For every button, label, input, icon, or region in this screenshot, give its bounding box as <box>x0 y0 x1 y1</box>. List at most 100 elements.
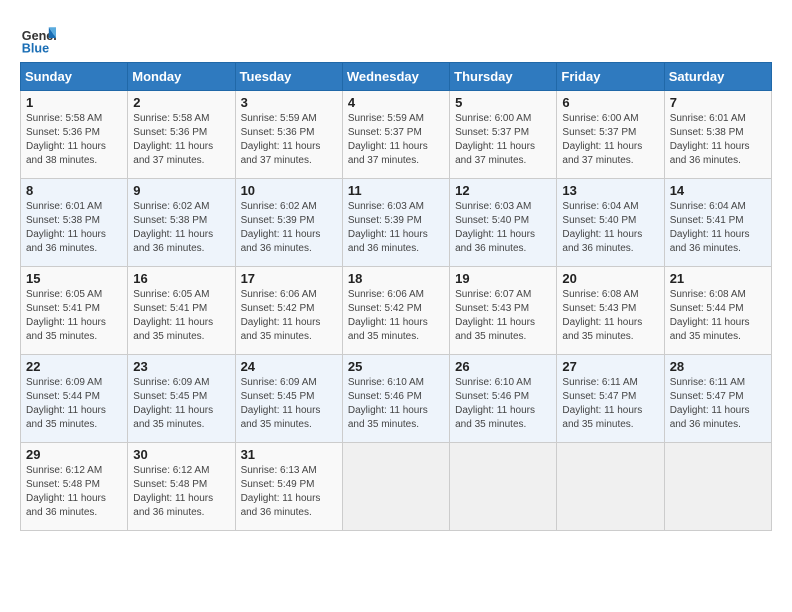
day-header-friday: Friday <box>557 63 664 91</box>
day-info: Sunrise: 6:03 AM Sunset: 5:40 PM Dayligh… <box>455 200 551 256</box>
calendar-cell: 17 Sunrise: 6:06 AM Sunset: 5:42 PM Dayli… <box>235 267 342 355</box>
calendar-cell: 7 Sunrise: 6:01 AM Sunset: 5:38 PM Daylig… <box>664 91 771 179</box>
day-info: Sunrise: 6:00 AM Sunset: 5:37 PM Dayligh… <box>455 112 551 168</box>
day-number: 30 <box>133 447 229 462</box>
day-info: Sunrise: 6:10 AM Sunset: 5:46 PM Dayligh… <box>348 376 444 432</box>
day-number: 12 <box>455 183 551 198</box>
day-info: Sunrise: 6:04 AM Sunset: 5:40 PM Dayligh… <box>562 200 658 256</box>
day-info: Sunrise: 6:06 AM Sunset: 5:42 PM Dayligh… <box>241 288 337 344</box>
day-number: 2 <box>133 95 229 110</box>
day-number: 17 <box>241 271 337 286</box>
day-header-saturday: Saturday <box>664 63 771 91</box>
calendar-cell: 1 Sunrise: 5:58 AM Sunset: 5:36 PM Daylig… <box>21 91 128 179</box>
day-number: 31 <box>241 447 337 462</box>
day-number: 4 <box>348 95 444 110</box>
day-info: Sunrise: 6:06 AM Sunset: 5:42 PM Dayligh… <box>348 288 444 344</box>
day-info: Sunrise: 6:01 AM Sunset: 5:38 PM Dayligh… <box>26 200 122 256</box>
day-header-row: SundayMondayTuesdayWednesdayThursdayFrid… <box>21 63 772 91</box>
calendar-cell <box>557 443 664 531</box>
day-info: Sunrise: 6:02 AM Sunset: 5:39 PM Dayligh… <box>241 200 337 256</box>
day-info: Sunrise: 6:11 AM Sunset: 5:47 PM Dayligh… <box>562 376 658 432</box>
day-info: Sunrise: 5:59 AM Sunset: 5:36 PM Dayligh… <box>241 112 337 168</box>
calendar-cell: 15 Sunrise: 6:05 AM Sunset: 5:41 PM Dayli… <box>21 267 128 355</box>
calendar-cell: 6Sunrise: 6:00 AM Sunset: 5:37 PM Daylig… <box>557 91 664 179</box>
logo-icon: General Blue <box>20 20 56 56</box>
calendar-cell: 12 Sunrise: 6:03 AM Sunset: 5:40 PM Dayli… <box>450 179 557 267</box>
calendar-cell: 14Sunrise: 6:04 AM Sunset: 5:41 PM Dayli… <box>664 179 771 267</box>
calendar-cell <box>664 443 771 531</box>
day-number: 9 <box>133 183 229 198</box>
calendar-cell <box>342 443 449 531</box>
day-info: Sunrise: 5:59 AM Sunset: 5:37 PM Dayligh… <box>348 112 444 168</box>
calendar-week-1: 1 Sunrise: 5:58 AM Sunset: 5:36 PM Daylig… <box>21 91 772 179</box>
day-number: 20 <box>562 271 658 286</box>
day-info: Sunrise: 6:12 AM Sunset: 5:48 PM Dayligh… <box>26 464 122 520</box>
calendar-cell: 10 Sunrise: 6:02 AM Sunset: 5:39 PM Dayli… <box>235 179 342 267</box>
calendar-cell: 25 Sunrise: 6:10 AM Sunset: 5:46 PM Dayli… <box>342 355 449 443</box>
day-number: 3 <box>241 95 337 110</box>
calendar-cell: 24 Sunrise: 6:09 AM Sunset: 5:45 PM Dayli… <box>235 355 342 443</box>
calendar-cell: 23 Sunrise: 6:09 AM Sunset: 5:45 PM Dayli… <box>128 355 235 443</box>
day-number: 15 <box>26 271 122 286</box>
day-info: Sunrise: 5:58 AM Sunset: 5:36 PM Dayligh… <box>133 112 229 168</box>
day-number: 8 <box>26 183 122 198</box>
day-number: 19 <box>455 271 551 286</box>
day-info: Sunrise: 6:05 AM Sunset: 5:41 PM Dayligh… <box>133 288 229 344</box>
calendar-cell: 13 Sunrise: 6:04 AM Sunset: 5:40 PM Dayli… <box>557 179 664 267</box>
calendar-cell: 3 Sunrise: 5:59 AM Sunset: 5:36 PM Daylig… <box>235 91 342 179</box>
calendar-cell: 31Sunrise: 6:13 AM Sunset: 5:49 PM Dayli… <box>235 443 342 531</box>
day-header-wednesday: Wednesday <box>342 63 449 91</box>
day-number: 1 <box>26 95 122 110</box>
calendar-cell: 20 Sunrise: 6:08 AM Sunset: 5:43 PM Dayli… <box>557 267 664 355</box>
calendar-cell: 22 Sunrise: 6:09 AM Sunset: 5:44 PM Dayli… <box>21 355 128 443</box>
calendar-cell: 16 Sunrise: 6:05 AM Sunset: 5:41 PM Dayli… <box>128 267 235 355</box>
calendar-cell: 2 Sunrise: 5:58 AM Sunset: 5:36 PM Daylig… <box>128 91 235 179</box>
calendar-cell: 21Sunrise: 6:08 AM Sunset: 5:44 PM Dayli… <box>664 267 771 355</box>
day-number: 28 <box>670 359 766 374</box>
calendar-week-4: 22 Sunrise: 6:09 AM Sunset: 5:44 PM Dayli… <box>21 355 772 443</box>
day-number: 27 <box>562 359 658 374</box>
day-number: 16 <box>133 271 229 286</box>
day-number: 18 <box>348 271 444 286</box>
calendar-cell: 9 Sunrise: 6:02 AM Sunset: 5:38 PM Daylig… <box>128 179 235 267</box>
day-info: Sunrise: 6:02 AM Sunset: 5:38 PM Dayligh… <box>133 200 229 256</box>
day-info: Sunrise: 6:09 AM Sunset: 5:44 PM Dayligh… <box>26 376 122 432</box>
day-number: 22 <box>26 359 122 374</box>
day-number: 21 <box>670 271 766 286</box>
day-number: 29 <box>26 447 122 462</box>
day-number: 10 <box>241 183 337 198</box>
day-info: Sunrise: 6:05 AM Sunset: 5:41 PM Dayligh… <box>26 288 122 344</box>
calendar-cell: 26Sunrise: 6:10 AM Sunset: 5:46 PM Dayli… <box>450 355 557 443</box>
day-info: Sunrise: 6:09 AM Sunset: 5:45 PM Dayligh… <box>133 376 229 432</box>
day-number: 6 <box>562 95 658 110</box>
day-info: Sunrise: 6:07 AM Sunset: 5:43 PM Dayligh… <box>455 288 551 344</box>
day-number: 23 <box>133 359 229 374</box>
calendar-cell: 30Sunrise: 6:12 AM Sunset: 5:48 PM Dayli… <box>128 443 235 531</box>
day-number: 13 <box>562 183 658 198</box>
calendar-cell: 4 Sunrise: 5:59 AM Sunset: 5:37 PM Daylig… <box>342 91 449 179</box>
day-info: Sunrise: 5:58 AM Sunset: 5:36 PM Dayligh… <box>26 112 122 168</box>
day-number: 5 <box>455 95 551 110</box>
day-number: 25 <box>348 359 444 374</box>
calendar-week-5: 29 Sunrise: 6:12 AM Sunset: 5:48 PM Dayli… <box>21 443 772 531</box>
day-number: 24 <box>241 359 337 374</box>
calendar-cell: 29 Sunrise: 6:12 AM Sunset: 5:48 PM Dayli… <box>21 443 128 531</box>
day-number: 11 <box>348 183 444 198</box>
day-info: Sunrise: 6:09 AM Sunset: 5:45 PM Dayligh… <box>241 376 337 432</box>
calendar-week-3: 15 Sunrise: 6:05 AM Sunset: 5:41 PM Dayli… <box>21 267 772 355</box>
day-info: Sunrise: 6:04 AM Sunset: 5:41 PM Dayligh… <box>670 200 766 256</box>
day-info: Sunrise: 6:01 AM Sunset: 5:38 PM Dayligh… <box>670 112 766 168</box>
calendar-table: SundayMondayTuesdayWednesdayThursdayFrid… <box>20 62 772 531</box>
calendar-cell: 28Sunrise: 6:11 AM Sunset: 5:47 PM Dayli… <box>664 355 771 443</box>
day-info: Sunrise: 6:03 AM Sunset: 5:39 PM Dayligh… <box>348 200 444 256</box>
page-header: General Blue <box>20 20 772 56</box>
day-info: Sunrise: 6:08 AM Sunset: 5:43 PM Dayligh… <box>562 288 658 344</box>
calendar-cell: 11 Sunrise: 6:03 AM Sunset: 5:39 PM Dayli… <box>342 179 449 267</box>
calendar-week-2: 8 Sunrise: 6:01 AM Sunset: 5:38 PM Daylig… <box>21 179 772 267</box>
day-info: Sunrise: 6:10 AM Sunset: 5:46 PM Dayligh… <box>455 376 551 432</box>
calendar-cell <box>450 443 557 531</box>
day-number: 7 <box>670 95 766 110</box>
day-header-sunday: Sunday <box>21 63 128 91</box>
calendar-cell: 19 Sunrise: 6:07 AM Sunset: 5:43 PM Dayli… <box>450 267 557 355</box>
logo: General Blue <box>20 20 56 56</box>
